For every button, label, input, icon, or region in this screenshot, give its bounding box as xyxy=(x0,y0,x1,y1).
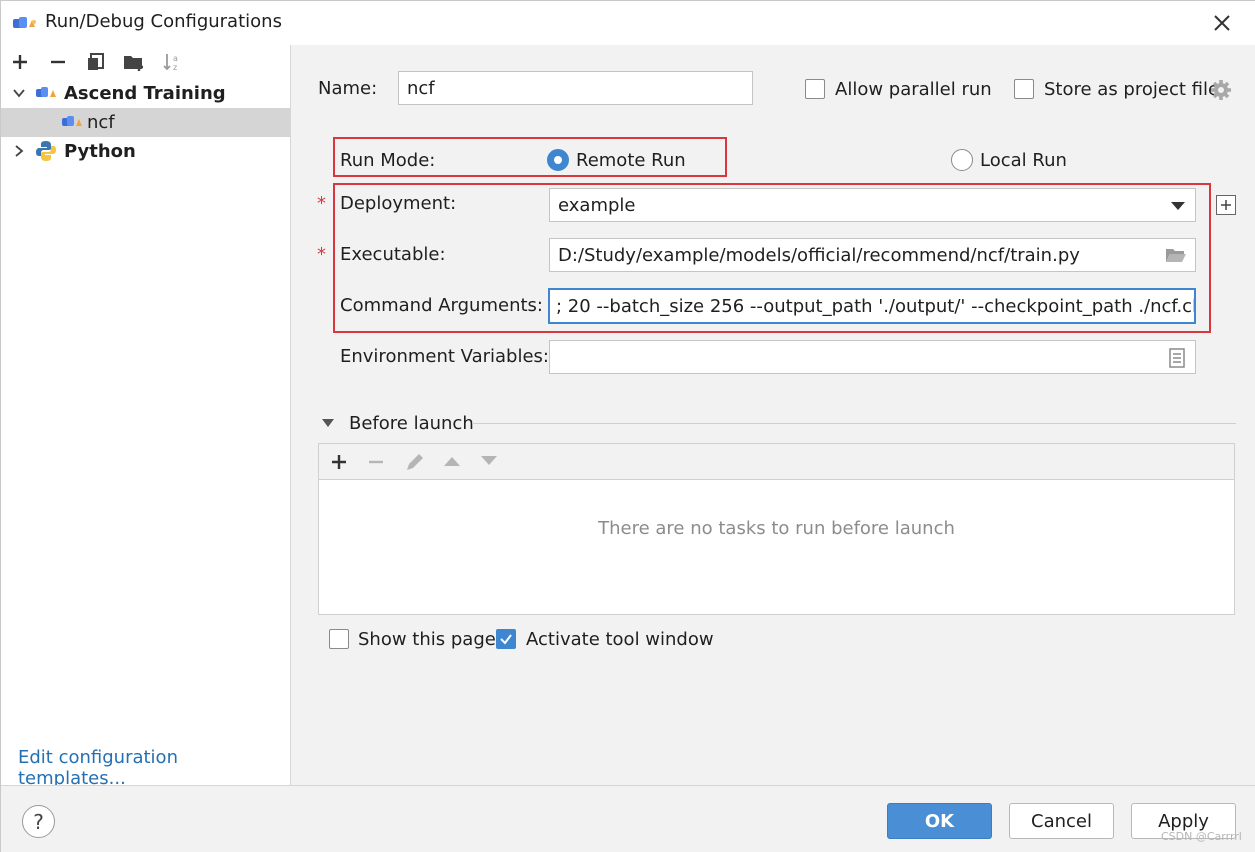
sort-configurations-button[interactable]: az xyxy=(159,49,185,75)
collapse-triangle-icon[interactable] xyxy=(321,418,335,428)
command-args-label: Command Arguments: xyxy=(340,295,543,316)
ascend-icon xyxy=(36,87,56,97)
python-icon xyxy=(36,141,56,161)
run-debug-dialog: Run/Debug Configurations az Ascend Train… xyxy=(0,0,1255,852)
tree-item-label: ncf xyxy=(87,112,115,133)
deployment-value: example xyxy=(558,194,636,216)
close-button[interactable] xyxy=(1207,9,1237,37)
chevron-right-icon[interactable] xyxy=(11,143,27,159)
tree-item-label: Python xyxy=(64,141,136,162)
required-marker: * xyxy=(317,244,326,265)
name-label: Name: xyxy=(318,78,378,99)
configuration-sidebar: az Ascend Training ncf Python Edit confi… xyxy=(1,45,291,789)
ascend-app-icon xyxy=(13,17,36,28)
chevron-down-icon[interactable] xyxy=(11,85,27,101)
configuration-form: Name: ncf Allow parallel run Store as pr… xyxy=(292,45,1255,785)
plus-icon xyxy=(1221,200,1231,210)
document-icon[interactable] xyxy=(1169,348,1185,368)
svg-text:a: a xyxy=(173,54,178,63)
allow-parallel-checkbox[interactable] xyxy=(805,79,825,99)
title-bar: Run/Debug Configurations xyxy=(1,1,1255,45)
cancel-button[interactable]: Cancel xyxy=(1009,803,1114,839)
show-page-checkbox[interactable] xyxy=(329,629,349,649)
folder-add-icon xyxy=(124,56,143,71)
before-launch-title: Before launch xyxy=(349,413,474,434)
activate-tool-checkbox[interactable] xyxy=(496,629,516,649)
env-vars-input[interactable] xyxy=(549,340,1196,374)
tree-item-python[interactable]: Python xyxy=(1,137,291,166)
window-title: Run/Debug Configurations xyxy=(45,11,282,32)
edit-icon[interactable] xyxy=(404,451,426,473)
command-args-value: ; 20 --batch_size 256 --output_path './o… xyxy=(556,295,1196,317)
tree-item-ncf[interactable]: ncf xyxy=(1,108,291,137)
store-project-label: Store as project file xyxy=(1044,79,1220,100)
executable-input[interactable]: D:/Study/example/models/official/recomme… xyxy=(549,238,1196,272)
new-folder-button[interactable] xyxy=(121,49,147,75)
tree-item-ascend-training[interactable]: Ascend Training xyxy=(1,79,291,108)
remote-run-radio[interactable] xyxy=(547,149,569,171)
sidebar-toolbar: az xyxy=(1,45,291,77)
deployment-select[interactable]: example xyxy=(549,188,1196,222)
add-icon[interactable] xyxy=(330,453,348,471)
add-deployment-button[interactable] xyxy=(1216,195,1236,215)
edit-templates-link[interactable]: Edit configuration templates... xyxy=(18,747,290,789)
executable-label: Executable: xyxy=(340,244,446,265)
tree-item-label: Ascend Training xyxy=(64,83,226,104)
watermark: CSDN @Carrrrl xyxy=(1161,830,1242,843)
run-mode-label: Run Mode: xyxy=(340,150,436,171)
ascend-icon xyxy=(62,116,82,126)
show-page-label: Show this page xyxy=(358,629,496,650)
executable-value: D:/Study/example/models/official/recomme… xyxy=(558,244,1080,266)
add-icon xyxy=(13,55,27,69)
folder-open-icon[interactable] xyxy=(1165,246,1187,264)
before-launch-list: There are no tasks to run before launch xyxy=(318,479,1235,615)
remove-icon[interactable] xyxy=(367,453,385,471)
activate-tool-label: Activate tool window xyxy=(526,629,714,650)
name-input[interactable]: ncf xyxy=(398,71,753,105)
empty-list-text: There are no tasks to run before launch xyxy=(598,518,955,539)
remove-configuration-button[interactable] xyxy=(45,49,71,75)
remote-run-label: Remote Run xyxy=(576,150,686,171)
env-vars-label: Environment Variables: xyxy=(340,346,549,367)
gear-icon[interactable] xyxy=(1210,79,1232,101)
close-icon xyxy=(1214,15,1230,31)
dialog-footer: ? OK Cancel Apply xyxy=(1,785,1255,852)
local-run-radio[interactable] xyxy=(951,149,973,171)
move-up-icon[interactable] xyxy=(443,455,461,467)
copy-icon xyxy=(88,53,104,70)
checkmark-icon xyxy=(500,634,512,645)
deployment-label: Deployment: xyxy=(340,193,457,214)
copy-configuration-button[interactable] xyxy=(83,49,109,75)
section-divider xyxy=(472,423,1236,424)
local-run-label: Local Run xyxy=(980,150,1067,171)
svg-text:z: z xyxy=(173,63,177,72)
add-configuration-button[interactable] xyxy=(7,49,33,75)
ok-button[interactable]: OK xyxy=(887,803,992,839)
store-project-checkbox[interactable] xyxy=(1014,79,1034,99)
move-down-icon[interactable] xyxy=(480,455,498,467)
sort-icon: az xyxy=(163,54,178,72)
command-args-input[interactable]: ; 20 --batch_size 256 --output_path './o… xyxy=(548,288,1196,324)
remove-icon xyxy=(51,60,65,64)
chevron-down-icon xyxy=(1171,202,1185,210)
help-button[interactable]: ? xyxy=(22,805,55,838)
before-launch-toolbar xyxy=(318,443,1235,479)
allow-parallel-label: Allow parallel run xyxy=(835,79,992,100)
required-marker: * xyxy=(317,193,326,214)
